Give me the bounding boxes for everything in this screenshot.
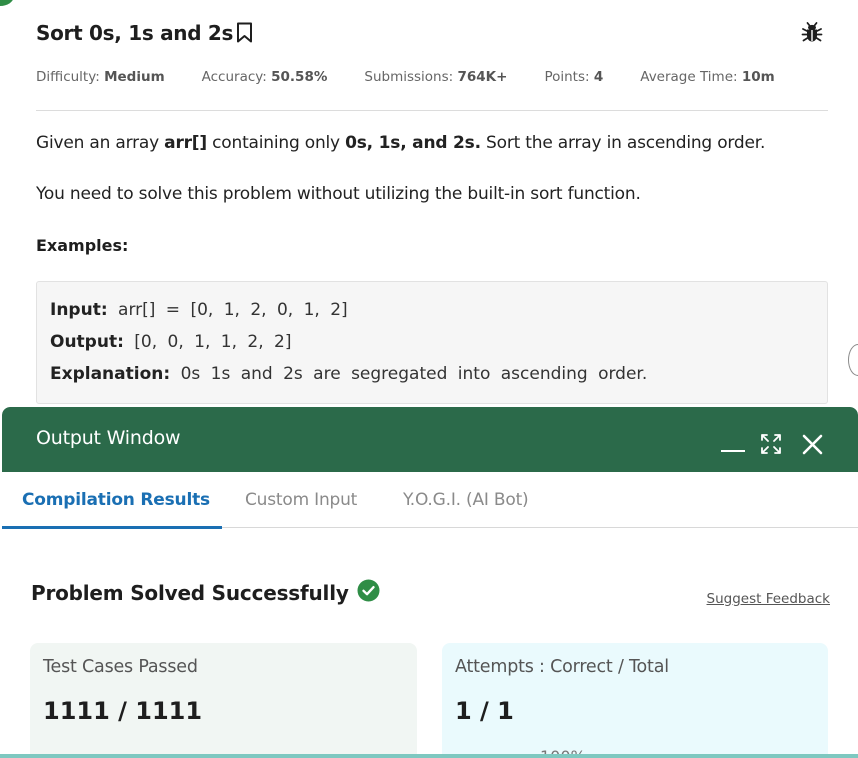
bug-icon[interactable] <box>801 21 823 47</box>
output-window: Output Window Compilation Results Custom… <box>2 407 858 758</box>
meta-submissions: Submissions: 764K+ <box>364 69 508 85</box>
attempts-card: Attempts : Correct / Total 1 / 1 100% <box>442 643 828 758</box>
test-cases-value: 1111 / 1111 <box>43 697 203 725</box>
attempts-value: 1 / 1 <box>455 697 514 725</box>
problem-meta: Difficulty: Medium Accuracy: 50.58% Subm… <box>36 69 812 85</box>
examples-heading: Examples: <box>36 236 129 255</box>
example-box: Input: arr[] = [0, 1, 2, 0, 1, 2] Output… <box>36 281 828 404</box>
example-output: Output: [0, 0, 1, 1, 2, 2] <box>50 332 292 352</box>
maximize-icon[interactable] <box>760 433 782 459</box>
example-explanation: Explanation: 0s 1s and 2s are segregated… <box>50 364 648 384</box>
title-row: Sort 0s, 1s and 2s <box>36 18 253 47</box>
tab-yogi-ai-bot[interactable]: Y.O.G.I. (AI Bot) <box>403 490 529 510</box>
minimize-icon[interactable] <box>721 450 745 452</box>
tab-custom-input[interactable]: Custom Input <box>245 490 357 510</box>
problem-title: Sort 0s, 1s and 2s <box>36 20 234 45</box>
problem-constraint: You need to solve this problem without u… <box>36 184 641 204</box>
problem-statement: Sort 0s, 1s and 2s Difficulty: Medium Ac… <box>0 0 858 410</box>
active-tab-indicator <box>2 526 222 529</box>
close-icon[interactable] <box>802 434 823 459</box>
divider <box>36 110 828 111</box>
attempts-label: Attempts : Correct / Total <box>455 657 669 677</box>
problem-description: Given an array arr[] containing only 0s,… <box>36 133 766 153</box>
output-tabs: Compilation Results Custom Input Y.O.G.I… <box>2 472 858 529</box>
result-status-text: Problem Solved Successfully <box>31 581 349 605</box>
meta-difficulty: Difficulty: Medium <box>36 69 165 85</box>
meta-average-time: Average Time: 10m <box>640 69 775 85</box>
meta-accuracy: Accuracy: 50.58% <box>201 69 328 85</box>
suggest-feedback-link[interactable]: Suggest Feedback <box>707 591 830 607</box>
example-input: Input: arr[] = [0, 1, 2, 0, 1, 2] <box>50 300 348 320</box>
output-window-title: Output Window <box>36 427 181 449</box>
test-cases-label: Test Cases Passed <box>43 657 198 677</box>
bookmark-icon[interactable] <box>236 22 253 47</box>
meta-points: Points: 4 <box>544 69 604 85</box>
result-status: Problem Solved Successfully <box>31 579 380 607</box>
output-window-header: Output Window <box>2 407 858 472</box>
test-cases-card: Test Cases Passed 1111 / 1111 <box>30 643 417 758</box>
tab-compilation-results[interactable]: Compilation Results <box>22 490 210 510</box>
bottom-bar <box>0 754 858 758</box>
check-circle-icon <box>357 579 380 607</box>
